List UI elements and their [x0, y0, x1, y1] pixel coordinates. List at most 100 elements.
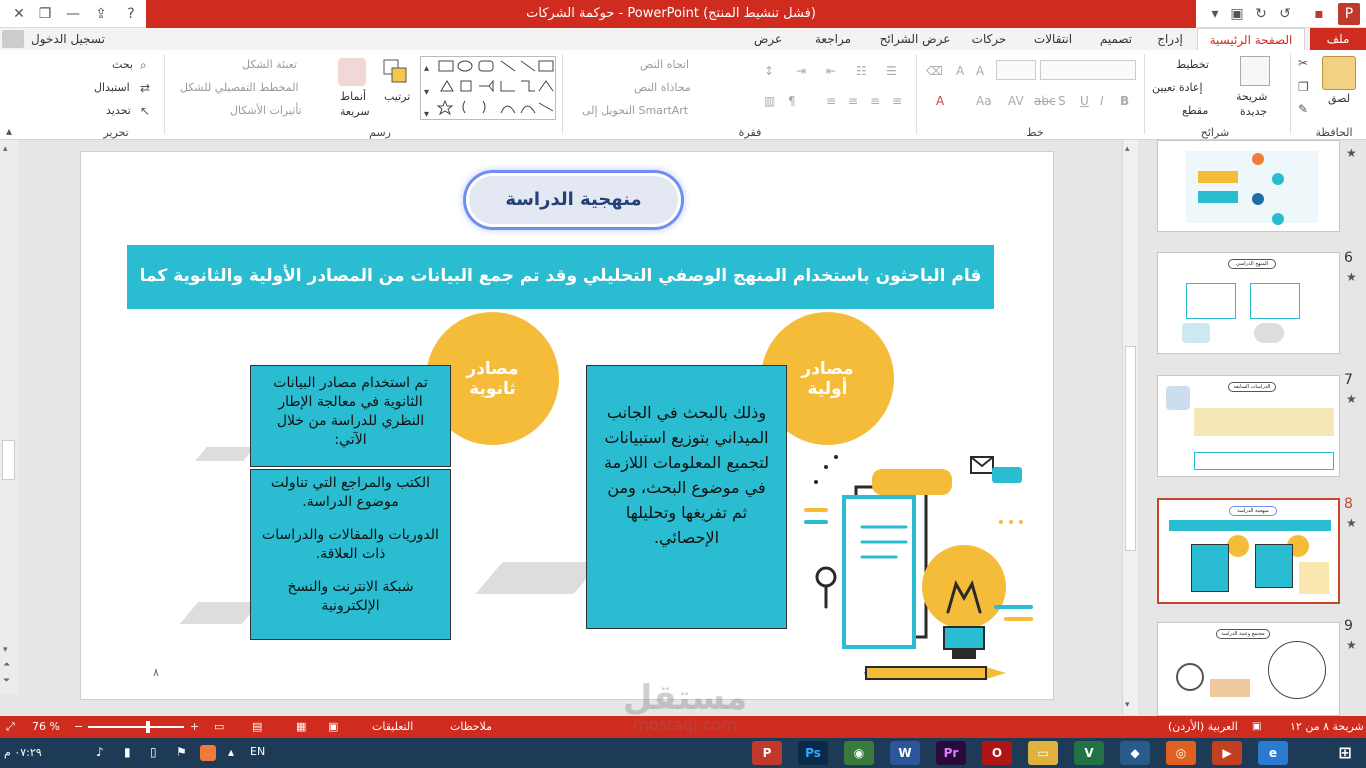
copy-icon[interactable]: ❐: [1298, 80, 1309, 94]
cut-icon[interactable]: ✂: [1298, 56, 1308, 70]
columns-icon[interactable]: ▥: [764, 94, 775, 108]
tab-slideshow[interactable]: عرض الشرائح: [874, 28, 956, 50]
tab-transitions[interactable]: انتقالات: [1022, 28, 1084, 50]
minimize-icon[interactable]: —: [62, 3, 84, 25]
taskbar-media[interactable]: ▶: [1212, 741, 1242, 765]
find-button[interactable]: بحث: [112, 58, 133, 71]
tab-home[interactable]: الصفحة الرئيسية: [1197, 28, 1305, 50]
tray-app-icon[interactable]: [200, 745, 216, 761]
scroll-up-icon[interactable]: ▴: [3, 144, 8, 154]
font-size-field[interactable]: [996, 60, 1036, 80]
replace-button[interactable]: استبدال: [94, 81, 130, 94]
align-right-icon[interactable]: ≡: [892, 94, 902, 108]
zoom-out-icon[interactable]: −: [74, 716, 83, 738]
align-center-icon[interactable]: ≡: [870, 94, 880, 108]
bullets-icon[interactable]: ☰: [886, 64, 897, 78]
taskbar-firefox[interactable]: ◎: [1166, 741, 1196, 765]
taskbar-ie[interactable]: e: [1258, 741, 1288, 765]
shape-outline-button[interactable]: المخطط التفصيلي للشكل: [180, 81, 299, 94]
layout-button[interactable]: تخطيط: [1176, 58, 1209, 71]
reading-view-icon[interactable]: ▤: [252, 716, 262, 738]
spellcheck-icon[interactable]: ▣: [1252, 716, 1261, 738]
scroll-up-icon[interactable]: ▴: [1125, 144, 1130, 154]
secondary-intro-box[interactable]: تم استخدام مصادر البيانات الثانوية في مع…: [250, 365, 451, 467]
taskbar-opera[interactable]: O: [982, 741, 1012, 765]
slide-canvas[interactable]: منهجية الدراسة قام الباحثون باستخدام الم…: [80, 151, 1054, 700]
vertical-scrollbar[interactable]: ▴ ▾: [1122, 140, 1138, 715]
zoom-slider-track[interactable]: [88, 726, 184, 728]
slide-sorter-icon[interactable]: ▦: [296, 716, 306, 738]
tab-file[interactable]: ملف: [1310, 28, 1366, 50]
new-slide-button[interactable]: شريحة: [1236, 90, 1267, 103]
taskbar-powerpoint[interactable]: P: [752, 741, 782, 765]
reset-button[interactable]: إعادة تعيين: [1152, 81, 1203, 94]
collapse-ribbon-icon[interactable]: ▴: [6, 124, 12, 138]
undo-icon[interactable]: ↺: [1274, 3, 1296, 25]
taskbar-explorer[interactable]: ▭: [1028, 741, 1058, 765]
tab-animations[interactable]: حركات: [962, 28, 1016, 50]
replace-icon[interactable]: ⇄: [140, 81, 150, 95]
select-icon[interactable]: ↖: [140, 104, 150, 118]
decrease-font-icon[interactable]: A: [956, 64, 964, 78]
numbering-icon[interactable]: ☷: [856, 64, 867, 78]
thumbnail-slide-9[interactable]: مجتمع وعينة الدراسة: [1157, 622, 1340, 716]
tab-design[interactable]: تصميم: [1090, 28, 1142, 50]
arrange-button[interactable]: ترتيب: [384, 90, 410, 103]
italic-icon[interactable]: I: [1100, 94, 1104, 108]
quick-styles-button[interactable]: أنماط: [340, 90, 366, 103]
comments-button[interactable]: التعليقات: [372, 716, 413, 738]
new-slide-button-line2[interactable]: جديدة: [1240, 105, 1267, 118]
clear-format-icon[interactable]: ⌫: [926, 64, 943, 78]
thumbnail-slide-6[interactable]: المنهج الدراسي: [1157, 252, 1340, 354]
paste-button[interactable]: لصق: [1328, 92, 1350, 105]
zoom-level[interactable]: 76 %: [32, 716, 60, 738]
taskbar-photoshop[interactable]: Ps: [798, 741, 828, 765]
flag-icon[interactable]: ⚑: [176, 745, 187, 759]
convert-smartart-button[interactable]: التحويل إلى SmartArt: [582, 104, 688, 117]
customize-qat-icon[interactable]: ▾: [1204, 3, 1226, 25]
format-painter-icon[interactable]: ✎: [1298, 102, 1308, 116]
change-case-icon[interactable]: Aa: [976, 94, 992, 108]
select-button[interactable]: تحديد: [106, 104, 131, 117]
scroll-down-icon[interactable]: ▾: [1125, 700, 1130, 710]
fit-to-window-icon[interactable]: ⤢: [6, 716, 15, 738]
close-icon[interactable]: ✕: [8, 3, 30, 25]
zoom-in-icon[interactable]: +: [190, 716, 199, 738]
decrease-indent-icon[interactable]: ⇤: [826, 64, 836, 78]
primary-text-box[interactable]: وذلك بالبحث في الجانب الميداني بتوزيع اس…: [586, 365, 787, 629]
taskbar-chrome[interactable]: ◉: [844, 741, 874, 765]
char-spacing-icon[interactable]: AV: [1008, 94, 1024, 108]
volume-icon[interactable]: ♪: [96, 745, 104, 759]
taskbar-word[interactable]: W: [890, 741, 920, 765]
battery-icon[interactable]: ▯: [150, 745, 157, 759]
align-left-icon[interactable]: ≡: [848, 94, 858, 108]
shadow-icon[interactable]: S: [1058, 94, 1066, 108]
arrange-icon[interactable]: [382, 58, 410, 86]
thumbnail-slide-7[interactable]: الدراسات السابقة: [1157, 375, 1340, 477]
line-spacing-icon[interactable]: ↕: [764, 64, 774, 78]
increase-indent-icon[interactable]: ⇥: [796, 64, 806, 78]
section-button[interactable]: مقطع: [1182, 104, 1208, 117]
next-slide-icon[interactable]: ⏷: [3, 676, 10, 686]
taskbar-clock[interactable]: ٠٧:٢٩ م: [4, 738, 42, 768]
quick-styles-button-line2[interactable]: سريعة: [340, 105, 370, 118]
scroll-thumb[interactable]: [1125, 346, 1136, 551]
font-color-icon[interactable]: A: [936, 94, 944, 108]
find-icon[interactable]: ⌕: [140, 58, 147, 73]
slide-title[interactable]: منهجية الدراسة: [466, 173, 681, 227]
align-text-button[interactable]: محاذاة النص: [634, 81, 691, 94]
rtl-icon[interactable]: ¶: [788, 94, 796, 108]
redo-icon[interactable]: ↻: [1250, 3, 1272, 25]
thumbnail-slide-8-selected[interactable]: منهجية الدراسة: [1157, 498, 1340, 604]
prev-slide-icon[interactable]: ⏶: [3, 660, 10, 670]
shapes-gallery[interactable]: ▴ ▾ ▾: [420, 56, 556, 120]
input-language[interactable]: EN: [250, 745, 265, 758]
shape-fill-button[interactable]: تعبئة الشكل: [242, 58, 297, 71]
ribbon-display-icon[interactable]: ⇪: [90, 3, 112, 25]
start-button[interactable]: ⊞: [1330, 741, 1360, 765]
thumbnail-slide-5[interactable]: [1157, 140, 1340, 232]
scroll-down-icon[interactable]: ▾: [3, 645, 8, 655]
help-icon[interactable]: ?: [120, 3, 142, 25]
network-icon[interactable]: ▮: [124, 745, 131, 759]
language-indicator[interactable]: العربية (الأردن): [1168, 716, 1238, 738]
